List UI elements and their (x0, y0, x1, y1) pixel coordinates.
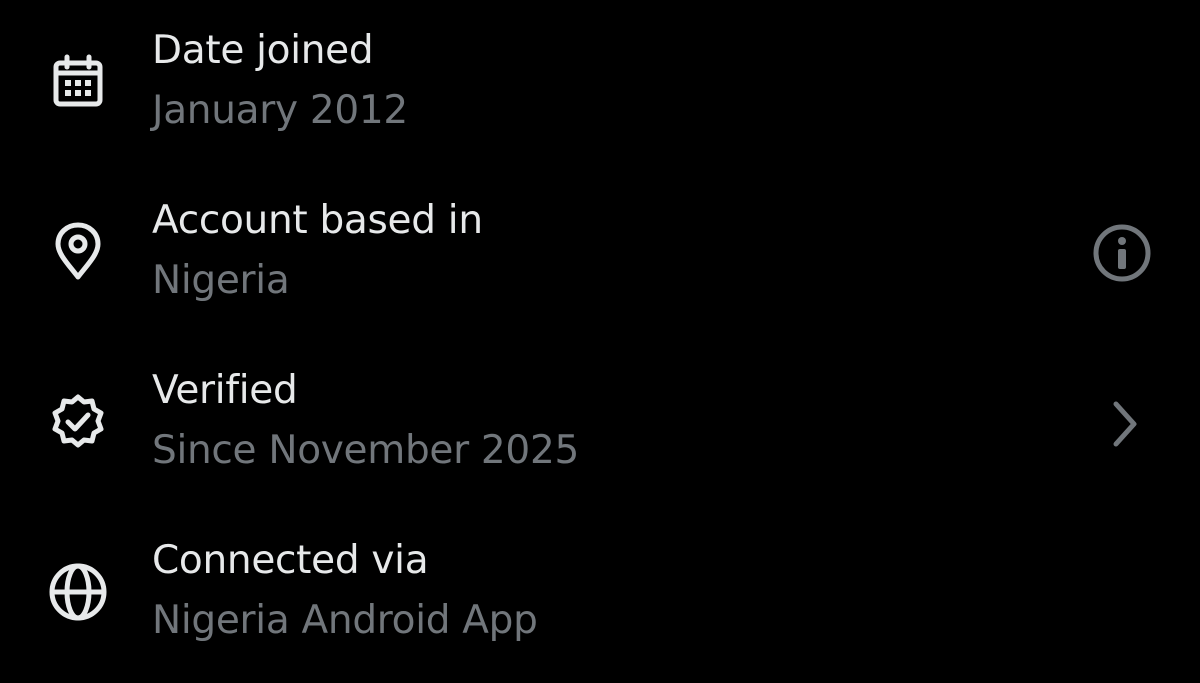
date-joined-title: Date joined (152, 28, 374, 73)
verified-row[interactable]: Verified Since November 2025 (0, 366, 1200, 526)
location-pin-icon (46, 220, 110, 284)
verified-badge-icon (46, 390, 110, 454)
account-based-in-title: Account based in (152, 198, 483, 243)
chevron-right-icon[interactable] (1100, 396, 1148, 452)
date-joined-row: Date joined January 2012 (0, 26, 1200, 186)
connected-via-title: Connected via (152, 538, 429, 583)
account-based-in-row: Account based in Nigeria (0, 196, 1200, 356)
connected-via-text: Connected via Nigeria Android App (152, 536, 1020, 646)
account-about-list: Date joined January 2012 Account based i… (0, 0, 1200, 683)
verified-value: Since November 2025 (152, 428, 579, 473)
verified-title: Verified (152, 368, 298, 413)
connected-via-row: Connected via Nigeria Android App (0, 536, 1200, 683)
calendar-icon (46, 50, 110, 114)
account-based-in-value: Nigeria (152, 258, 290, 303)
date-joined-value: January 2012 (152, 88, 408, 133)
account-based-in-text: Account based in Nigeria (152, 196, 1020, 306)
globe-icon (46, 560, 110, 624)
verified-text: Verified Since November 2025 (152, 366, 1020, 476)
connected-via-value: Nigeria Android App (152, 598, 538, 643)
date-joined-text: Date joined January 2012 (152, 26, 1020, 136)
info-icon[interactable] (1090, 221, 1154, 285)
